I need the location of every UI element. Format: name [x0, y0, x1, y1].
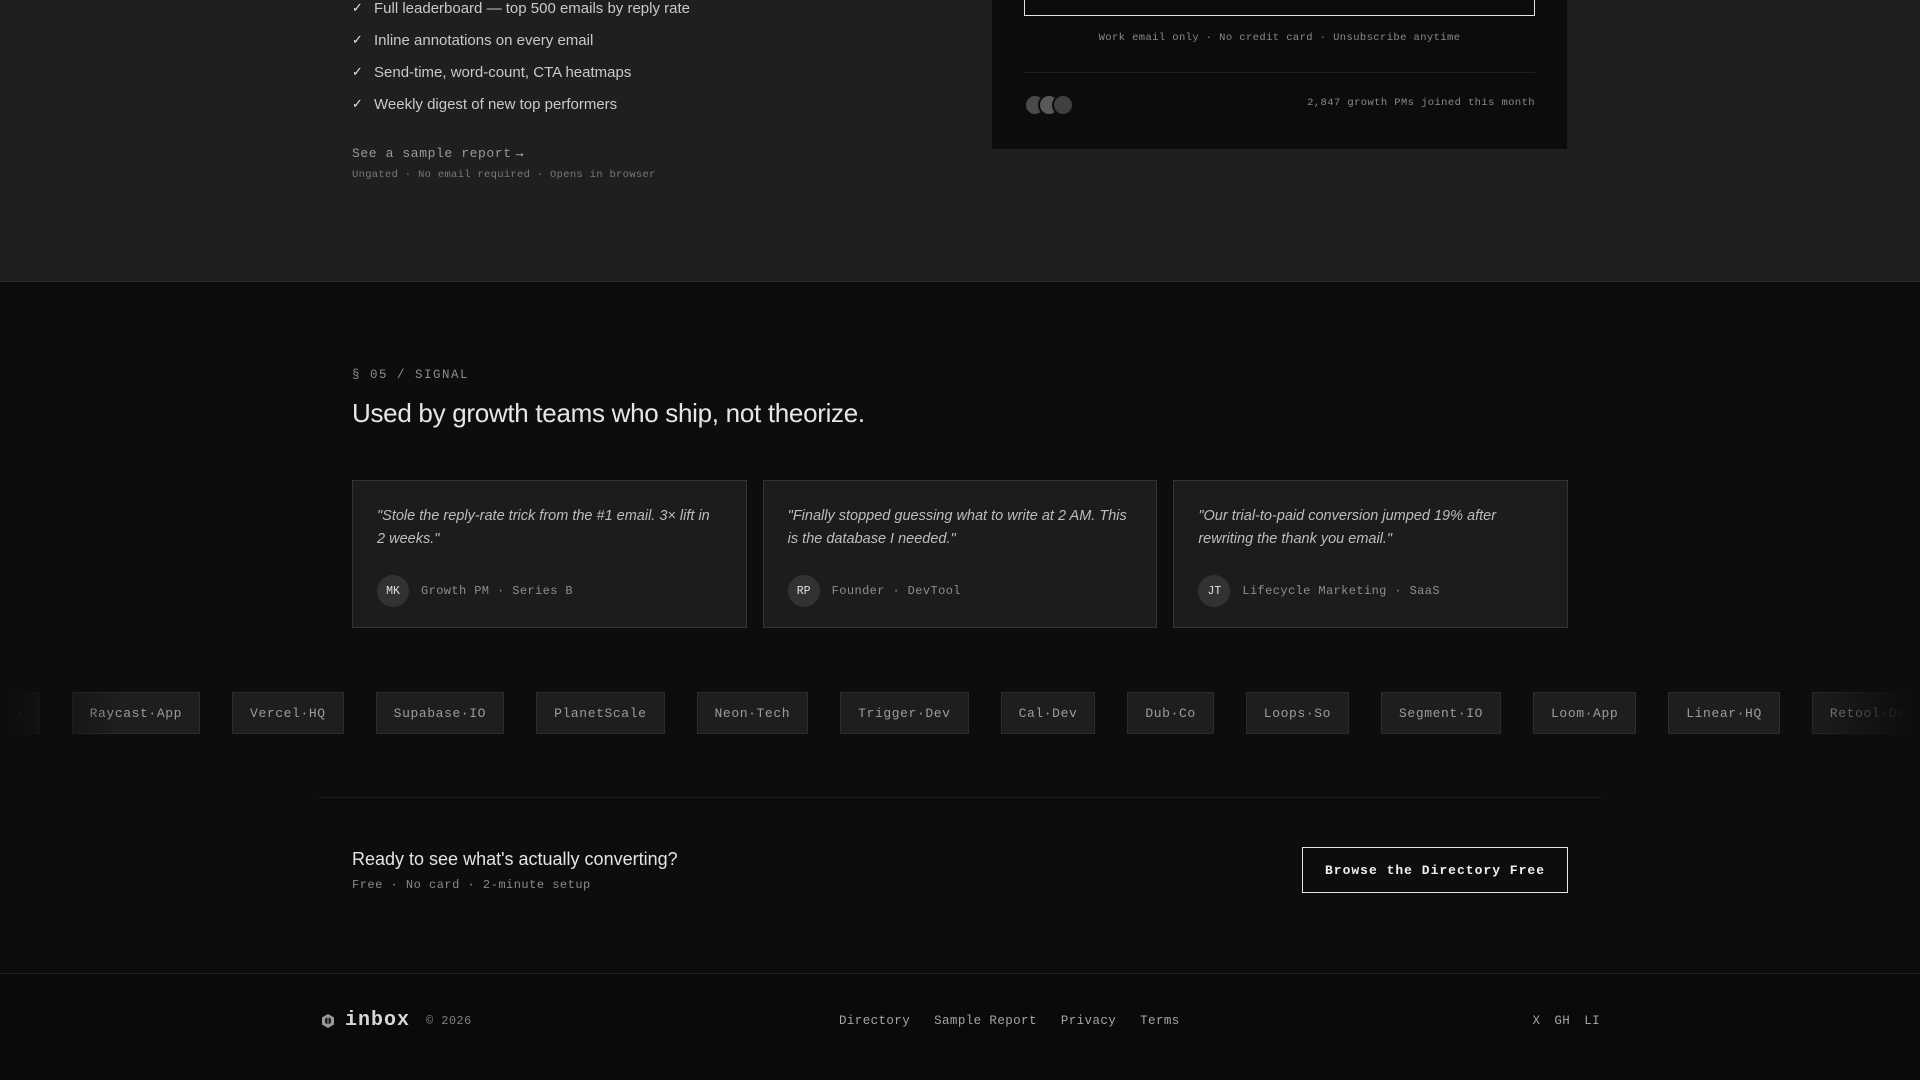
email-field[interactable]	[1024, 0, 1535, 16]
copyright: © 2026	[426, 1013, 472, 1028]
avatar	[1052, 94, 1074, 116]
customer-logo: PlanetScale	[536, 692, 665, 734]
footer-link-privacy[interactable]: Privacy	[1061, 1014, 1116, 1028]
check-icon: ✓	[352, 32, 363, 47]
footer-brand: inbox © 2026	[320, 1009, 472, 1032]
section-heading: Used by growth teams who ship, not theor…	[352, 398, 865, 428]
feature-label: Inline annotations on every email	[374, 31, 594, 49]
logo-marquee: Resend·IO Raycast·App Vercel·HQ Supabase…	[0, 692, 1920, 734]
social-link-linkedin[interactable]: LI	[1584, 1014, 1600, 1028]
testimonial-author: JT Lifecycle Marketing · SaaS	[1198, 575, 1543, 607]
testimonial-quote: "Finally stopped guessing what to write …	[787, 508, 1127, 547]
testimonial-card: "Our trial-to-paid conversion jumped 19%…	[1173, 480, 1569, 628]
hexagon-logo-icon	[322, 1013, 334, 1028]
check-icon: ✓	[352, 64, 363, 79]
feature-list: ✓ Full leaderboard — top 500 emails by r…	[352, 0, 690, 120]
cta-title: Ready to see what's actually converting?	[352, 849, 678, 869]
customer-logo: Cal·Dev	[1000, 692, 1096, 734]
footer-nav: Directory Sample Report Privacy Terms	[839, 1014, 1180, 1028]
avatar-stack	[1024, 94, 1074, 116]
feature-item: ✓ Weekly digest of new top performers	[352, 88, 690, 120]
testimonial-author: MK Growth PM · Series B	[377, 575, 722, 607]
customer-logo: Dub·Co	[1127, 692, 1214, 734]
feature-item: ✓ Inline annotations on every email	[352, 24, 690, 56]
feature-item: ✓ Send-time, word-count, CTA heatmaps	[352, 56, 690, 88]
avatar: MK	[377, 575, 409, 607]
browse-directory-button[interactable]: Browse the Directory Free	[1302, 847, 1568, 893]
footer-link-sample-report[interactable]: Sample Report	[934, 1014, 1037, 1028]
sample-report-note: Ungated · No email required · Opens in b…	[352, 169, 656, 181]
testimonial-quote: "Stole the reply-rate trick from the #1 …	[377, 508, 710, 547]
logo-track: Resend·IO Raycast·App Vercel·HQ Supabase…	[0, 692, 1920, 734]
testimonial-quote: "Our trial-to-paid conversion jumped 19%…	[1198, 508, 1497, 547]
testimonial-list: "Stole the reply-rate trick from the #1 …	[352, 480, 1569, 628]
avatar: JT	[1198, 575, 1231, 607]
cta-subtitle: Free · No card · 2-minute setup	[352, 878, 591, 892]
customer-logo: Raycast·App	[71, 692, 201, 734]
customer-logo: Supabase·IO	[375, 692, 505, 734]
social-links: X GH LI	[1532, 1014, 1600, 1028]
customer-logo: Loom·App	[1533, 692, 1637, 734]
customer-logo: Vercel·HQ	[232, 692, 344, 734]
customer-logo: Loops·So	[1245, 692, 1350, 734]
section-eyebrow: § 05 / SIGNAL	[352, 368, 470, 382]
feature-label: Weekly digest of new top performers	[374, 95, 618, 113]
sample-report-label: See a sample report	[352, 146, 512, 161]
footer-link-directory[interactable]: Directory	[839, 1014, 910, 1028]
social-link-github[interactable]: GH	[1554, 1014, 1570, 1028]
joined-count: 2,847 growth PMs joined this month	[1307, 97, 1535, 109]
pricing-section: ✓ Full leaderboard — top 500 emails by r…	[0, 0, 1920, 282]
sample-report-link[interactable]: See a sample report →	[352, 146, 524, 161]
customer-logo: Neon·Tech	[696, 692, 809, 734]
divider	[1024, 72, 1535, 73]
customer-logo: Retool·Dev	[1811, 692, 1920, 734]
feature-label: Send-time, word-count, CTA heatmaps	[374, 63, 632, 81]
signup-fine-print: Work email only · No credit card · Unsub…	[1098, 32, 1461, 44]
site-footer: inbox © 2026 Directory Sample Report Pri…	[0, 973, 1920, 1080]
avatar: RP	[787, 575, 820, 607]
signup-card: Work email only · No credit card · Unsub…	[992, 0, 1567, 149]
customer-logo: Linear·HQ	[1668, 692, 1780, 734]
footer-link-terms[interactable]: Terms	[1140, 1014, 1180, 1028]
feature-label: Full leaderboard — top 500 emails by rep…	[374, 0, 690, 17]
arrow-right-icon: →	[515, 146, 525, 161]
check-icon: ✓	[352, 0, 363, 15]
customer-logo: Resend·IO	[0, 692, 40, 734]
testimonial-author: RP Founder · DevTool	[787, 575, 1133, 607]
brand-name[interactable]: inbox	[345, 1009, 410, 1032]
testimonial-card: "Finally stopped guessing what to write …	[762, 480, 1158, 628]
author-role: Lifecycle Marketing · SaaS	[1242, 584, 1440, 598]
check-icon: ✓	[352, 96, 363, 111]
divider	[318, 797, 1601, 798]
social-link-x[interactable]: X	[1532, 1014, 1540, 1028]
customer-logo: Trigger·Dev	[840, 692, 969, 734]
feature-item: ✓ Full leaderboard — top 500 emails by r…	[352, 0, 690, 24]
testimonial-card: "Stole the reply-rate trick from the #1 …	[352, 480, 747, 628]
customer-logo: Segment·IO	[1381, 692, 1502, 734]
author-role: Founder · DevTool	[831, 584, 961, 598]
author-role: Growth PM · Series B	[421, 584, 574, 598]
